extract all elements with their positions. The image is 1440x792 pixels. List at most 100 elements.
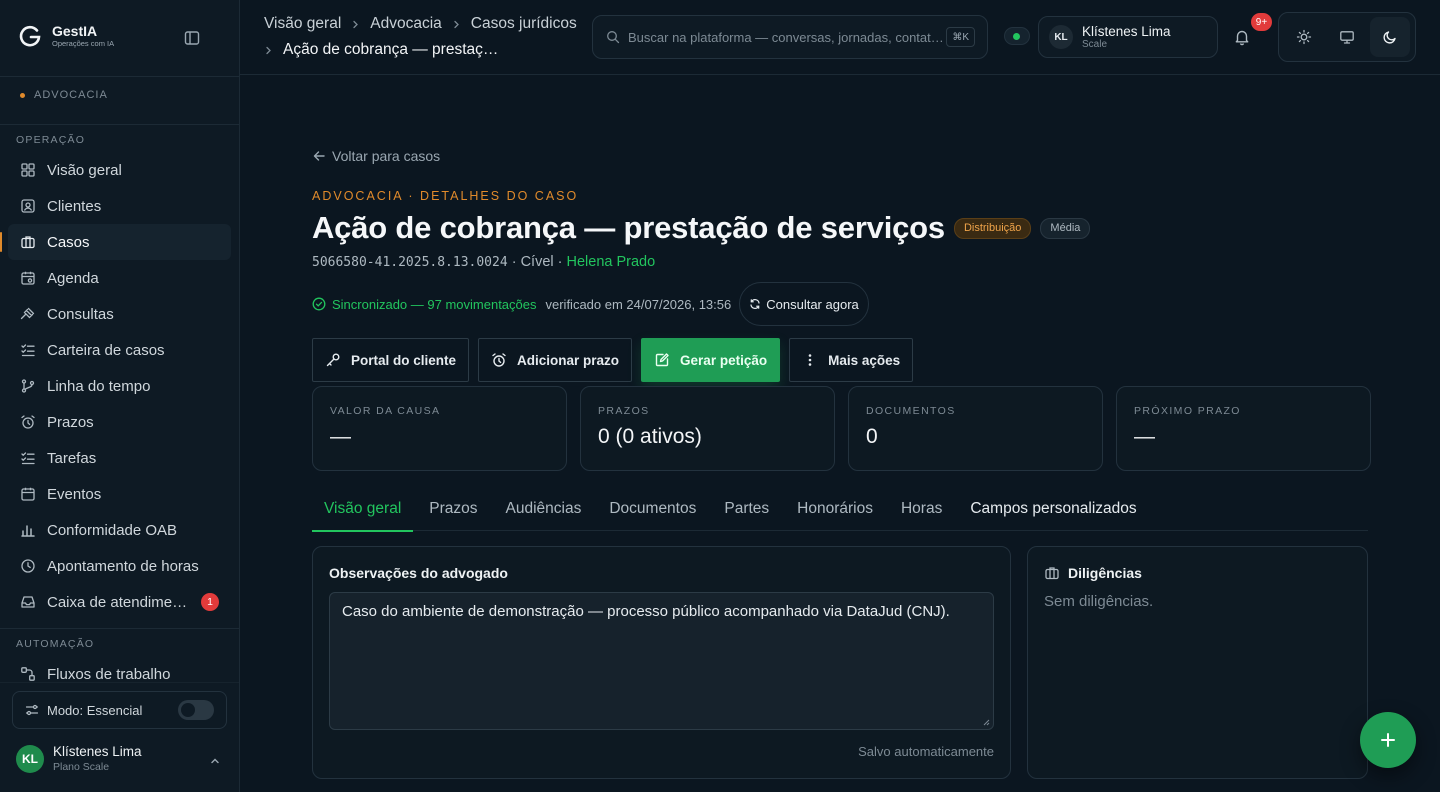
sidebar-item-tarefas[interactable]: Tarefas [8, 440, 231, 476]
sidebar-item-visao-geral[interactable]: Visão geral [8, 152, 231, 188]
page-title: Ação de cobrança — prestação de serviços [312, 210, 945, 245]
diligences-title: Diligências [1068, 565, 1142, 581]
back-link[interactable]: Voltar para casos [312, 148, 440, 164]
brand-logo-icon [19, 25, 41, 47]
responsible-lawyer-link[interactable]: Helena Prado [567, 254, 656, 270]
sidebar-item-casos[interactable]: Casos [0, 224, 231, 260]
stat-card: PRAZOS 0 (0 ativos) [580, 386, 835, 471]
chevron-right-icon [266, 46, 271, 54]
tab-partes[interactable]: Partes [712, 486, 781, 531]
sidebar-item-label: Casos [47, 233, 90, 251]
lawyer-notes-card: Observações do advogado Caso do ambiente… [312, 546, 1011, 779]
sidebar-item-label: Consultas [47, 305, 114, 323]
bell-icon[interactable] [1233, 28, 1251, 46]
tab-audiencias[interactable]: Audiências [494, 486, 594, 531]
check-circle-icon [312, 297, 326, 311]
tab-horas[interactable]: Horas [889, 486, 954, 531]
stat-card: DOCUMENTOS 0 [848, 386, 1103, 471]
checklist-icon [21, 452, 35, 465]
workspace-indicator: ADVOCACIA [20, 89, 108, 101]
search-input[interactable]: Buscar na plataforma — conversas, jornad… [628, 30, 944, 45]
add-deadline-label: Adicionar prazo [517, 352, 620, 368]
stat-value: 0 [866, 425, 878, 448]
sidebar-divider [0, 76, 239, 77]
diligences-header: Diligências [1044, 565, 1142, 581]
case-area: Cível [520, 254, 554, 270]
tab-documentos[interactable]: Documentos [597, 486, 708, 531]
user-name: Klístenes Lima [53, 744, 142, 759]
theme-system-button[interactable] [1327, 17, 1367, 57]
user-plan: Plano Scale [53, 761, 110, 773]
mode-switcher[interactable]: Modo: Essencial [12, 691, 227, 729]
sidebar-user[interactable]: KL Klístenes Lima Plano Scale [16, 744, 142, 774]
sidebar-divider [0, 628, 239, 629]
sidebar-item-fluxos-de-trabalho[interactable]: Fluxos de trabalho [8, 656, 231, 692]
lawyer-notes-textarea[interactable]: Caso do ambiente de demonstração — proce… [329, 592, 994, 730]
sidebar-item-consultas[interactable]: Consultas [8, 296, 231, 332]
sidebar-divider [0, 124, 239, 125]
sun-icon [1297, 29, 1312, 45]
edit-document-icon [655, 353, 669, 367]
sidebar-item-linha-do-tempo[interactable]: Linha do tempo [8, 368, 231, 404]
sidebar-automation-nav: Fluxos de trabalho [8, 656, 231, 692]
sidebar-item-caixa-de-atendimento[interactable]: Caixa de atendimento 1 [8, 584, 231, 620]
account-switcher[interactable]: KL Klístenes Lima Scale [1038, 16, 1218, 58]
priority-badge: Média [1040, 217, 1091, 239]
consult-now-button[interactable]: Consultar agora [739, 282, 869, 326]
account-plan: Scale [1082, 38, 1108, 50]
sidebar-item-agenda[interactable]: Agenda [8, 260, 231, 296]
workspace-dot [20, 92, 25, 98]
sidebar-item-conformidade-oab[interactable]: Conformidade OAB [8, 512, 231, 548]
sidebar-item-clientes[interactable]: Clientes [8, 188, 231, 224]
sidebar-item-apontamento-de-horas[interactable]: Apontamento de horas [8, 548, 231, 584]
breadcrumb-item[interactable]: Casos jurídicos [471, 15, 577, 33]
stat-label: PRÓXIMO PRAZO [1134, 405, 1241, 417]
sidebar-item-eventos[interactable]: Eventos [8, 476, 231, 512]
tab-visao-geral[interactable]: Visão geral [312, 486, 414, 532]
lawyer-notes-title: Observações do advogado [329, 565, 508, 581]
more-actions-button[interactable]: Mais ações [789, 338, 914, 382]
sidebar-nav: Visão geral Clientes Casos Agenda Consul… [0, 152, 231, 620]
workflow-icon [21, 667, 35, 681]
diligences-card: Diligências Sem diligências. [1027, 546, 1368, 779]
brand-name: GestIA [52, 23, 98, 39]
breadcrumb-item[interactable]: Visão geral [264, 15, 341, 33]
breadcrumb-item[interactable]: Advocacia [370, 15, 442, 33]
chevron-up-icon[interactable] [209, 755, 221, 767]
theme-dark-button[interactable] [1369, 17, 1410, 57]
tab-honorarios[interactable]: Honorários [785, 486, 885, 531]
sync-status: Sincronizado — 97 movimentações [312, 297, 537, 312]
theme-light-button[interactable] [1284, 17, 1324, 57]
add-fab-button[interactable] [1360, 712, 1416, 768]
chevron-right-icon [454, 20, 459, 28]
sidebar-item-label: Apontamento de horas [47, 557, 199, 575]
tab-campos-personalizados[interactable]: Campos personalizados [958, 486, 1148, 531]
sidebar-item-label: Tarefas [47, 449, 97, 467]
resize-handle-icon[interactable] [982, 718, 990, 726]
sidebar: GestIA Operações com IA ADVOCACIA OPERAÇ… [0, 0, 240, 792]
gavel-icon [20, 307, 35, 320]
add-deadline-button[interactable]: Adicionar prazo [478, 338, 633, 382]
brand[interactable]: GestIA Operações com IA [18, 24, 114, 48]
notification-badge: 9+ [1251, 13, 1272, 31]
tab-prazos[interactable]: Prazos [417, 486, 489, 531]
stat-label: VALOR DA CAUSA [330, 405, 441, 417]
sidebar-item-prazos[interactable]: Prazos [8, 404, 231, 440]
mode-toggle[interactable] [178, 700, 214, 720]
generate-petition-button[interactable]: Gerar petição [641, 338, 781, 382]
search-bar[interactable]: Buscar na plataforma — conversas, jornad… [592, 15, 988, 59]
more-vertical-icon [808, 354, 812, 366]
stat-label: PRAZOS [598, 405, 650, 417]
sidebar-item-label: Conformidade OAB [47, 521, 178, 539]
sidebar-collapse-icon[interactable] [183, 29, 201, 47]
clock-icon [21, 559, 35, 573]
sidebar-item-label: Linha do tempo [47, 377, 151, 395]
arrow-left-icon [313, 151, 325, 161]
inbox-icon [21, 596, 35, 608]
sidebar-item-carteira-de-casos[interactable]: Carteira de casos [8, 332, 231, 368]
client-portal-button[interactable]: Portal do cliente [312, 338, 470, 382]
alarm-icon [492, 353, 506, 367]
avatar: KL [1049, 25, 1073, 49]
verified-timestamp: verificado em 24/07/2026, 13:56 [545, 296, 732, 312]
sidebar-item-label: Carteira de casos [47, 341, 165, 359]
